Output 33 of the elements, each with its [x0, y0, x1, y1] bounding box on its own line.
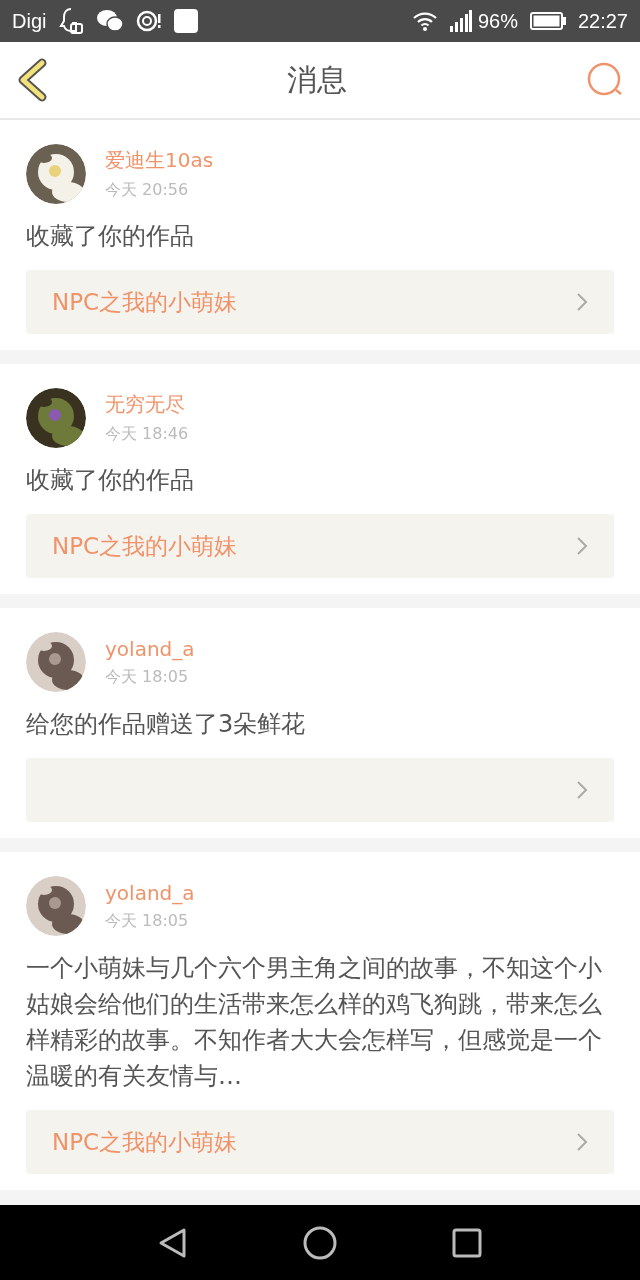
- battery-percent: 96%: [477, 9, 518, 33]
- back-button[interactable]: [157, 1226, 188, 1259]
- page-title: 消息: [287, 60, 347, 99]
- back-button[interactable]: [16, 58, 48, 102]
- square-icon: [174, 9, 199, 33]
- user-name[interactable]: 无穷无尽: [105, 391, 189, 418]
- timestamp: 今天 20:56: [105, 180, 190, 201]
- signal-icon: [449, 10, 472, 32]
- chevron-icon: [576, 536, 588, 556]
- work-link[interactable]: NPC之我的小萌妹: [26, 1110, 614, 1174]
- carrier-name: Digi: [12, 9, 47, 33]
- message-text: 给您的作品赠送了3朵鲜花: [26, 709, 307, 740]
- clock: 22:27: [577, 9, 628, 33]
- home-button[interactable]: [303, 1225, 337, 1260]
- chat-bubbles-icon: [96, 9, 125, 33]
- battery-icon: [529, 12, 566, 30]
- user-name[interactable]: 爱迪生10as: [105, 147, 214, 174]
- user-name[interactable]: yoland_a: [105, 880, 195, 905]
- work-link[interactable]: NPC之我的小萌妹: [26, 514, 614, 578]
- work-link[interactable]: NPC之我的小萌妹: [26, 270, 614, 334]
- timestamp: 今天 18:05: [105, 910, 190, 932]
- ring-icon: [136, 9, 163, 33]
- chevron-icon: [576, 1132, 588, 1152]
- wifi-icon: [411, 10, 438, 32]
- message-text: 收藏了你的作品: [26, 221, 195, 252]
- message-text: 收藏了你的作品: [26, 465, 195, 496]
- timestamp: 今天 18:46: [105, 424, 189, 445]
- recents-button[interactable]: [452, 1227, 483, 1258]
- chevron-icon: [576, 780, 588, 800]
- chevron-icon: [576, 292, 588, 312]
- user-name[interactable]: yoland_a: [105, 636, 195, 661]
- message-text: 一个小萌妹与几个六个男主角之间的故事，不知这个小姑娘会给他们的生活带来怎么样的鸡飞狗跳，带来怎么样精彩的故事。不知作者大大会怎样写，但感觉是一个温暖的有关友情与…: [26, 953, 603, 1092]
- timestamp: 今天 18:05: [105, 666, 190, 688]
